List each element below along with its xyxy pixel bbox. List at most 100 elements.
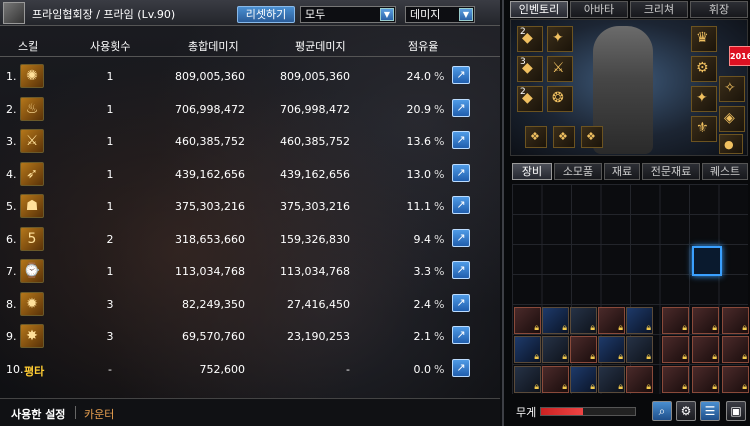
lock-icon: 🔒︎ [712,352,717,362]
target-filter-value: 모두 [305,8,326,21]
subtab-material[interactable]: 재료 [604,163,640,180]
inventory-item[interactable]: 🔒︎ [570,336,597,363]
tab-counter[interactable]: 카운터 [84,406,114,422]
percent-sign: % [434,102,445,116]
equip-slot[interactable]: ● [719,134,743,154]
tab-emblem[interactable]: 휘장 [690,1,748,18]
inventory-item[interactable]: 🔒︎ [692,366,719,393]
detail-button[interactable]: ↗ [452,261,470,279]
detail-button[interactable]: ↗ [452,293,470,312]
row-share: 11.1 [406,200,432,213]
inventory-item[interactable]: 🔒︎ [692,336,719,363]
equip-slot[interactable]: ✦ [547,26,573,52]
gem-icon: ◆ [522,60,533,76]
equip-slot[interactable]: ♛ [691,26,717,52]
inventory-item[interactable]: 🔒︎ [598,307,625,334]
row-rank: 1. [6,70,17,83]
column-headers: 스킬 사용횟수 총합데미지 평균데미지 점유율 [0,38,500,56]
equip-slot[interactable]: ⚜ [691,116,717,142]
detail-button[interactable]: ↗ [452,131,470,149]
inventory-item[interactable]: 🔒︎ [662,307,689,334]
inventory-item[interactable]: 🔒︎ [692,307,719,334]
title-slot[interactable]: ❖ [525,126,547,148]
gear-icon[interactable]: ⚙ [676,401,696,421]
title-slot[interactable]: ❖ [581,126,603,148]
inventory-item[interactable]: 🔒︎ [542,366,569,393]
gem-icon: ◆ [522,90,533,106]
equip-slot[interactable]: ◈ [719,106,745,132]
detail-button[interactable]: ↗ [452,163,470,182]
table-row: 7. ⌚ 1 113,034,768 113,034,768 3.3% ↗ [0,256,500,286]
inventory-item[interactable]: 🔒︎ [570,307,597,334]
row-avg-damage: 113,034,768 [280,265,350,278]
search-icon[interactable]: ⌕ [652,401,672,421]
equip-slot[interactable]: 2 ◆ [517,26,543,52]
inventory-item[interactable]: 🔒︎ [570,366,597,393]
tab-divider [75,406,76,419]
reset-button[interactable]: 리셋하기 [237,6,295,23]
fire-wave-skill-icon: ♨ [20,96,44,121]
inventory-item[interactable]: 🔒︎ [626,336,653,363]
inventory-item[interactable]: 🔒︎ [722,336,749,363]
inventory-item[interactable]: 🔒︎ [514,336,541,363]
explosion-skill-icon: ✸ [20,324,44,348]
detail-button[interactable]: ↗ [452,98,470,117]
inventory-item[interactable]: 🔒︎ [662,366,689,393]
detail-button[interactable]: ↗ [452,228,470,247]
save-icon[interactable]: ▣ [726,401,746,421]
inventory-item[interactable]: 🔒︎ [598,336,625,363]
equip-slot[interactable]: 3 ◆ [517,56,543,82]
equip-slot[interactable]: 2 ◆ [517,86,543,112]
metric-filter-dropdown[interactable]: 데미지 ▼ [405,6,475,23]
lock-icon: 🔒︎ [742,323,747,333]
lock-icon: 🔒︎ [562,382,567,392]
detail-button[interactable]: ↗ [452,196,470,214]
list-view-icon[interactable]: ☰ [700,401,720,421]
inventory-item[interactable]: 🔒︎ [542,336,569,363]
col-total-damage: 총합데미지 [188,40,239,53]
equip-slot[interactable]: ❂ [547,86,573,112]
detail-button[interactable]: ↗ [452,326,470,344]
inventory-item[interactable]: 🔒︎ [514,366,541,393]
subtab-quest[interactable]: 퀘스트 [702,163,748,180]
tab-inventory[interactable]: 인벤토리 [510,1,568,18]
lock-icon: 🔒︎ [712,323,717,333]
inventory-item[interactable]: 🔒︎ [722,366,749,393]
detail-button[interactable]: ↗ [452,358,470,377]
lock-icon: 🔒︎ [534,352,539,362]
inventory-item[interactable]: 🔒︎ [626,366,653,393]
equip-slot[interactable]: ✦ [691,86,717,112]
inventory-item[interactable]: 🔒︎ [514,307,541,334]
row-uses: 3 [106,330,114,343]
equip-slot[interactable]: ⚔ [547,56,573,82]
tab-used-settings[interactable]: 사용한 설정 [11,406,65,422]
inventory-item[interactable]: 🔒︎ [662,336,689,363]
tab-creature[interactable]: 크리쳐 [630,1,688,18]
lock-icon: 🔒︎ [682,323,687,333]
row-rank: 10. [6,362,24,376]
detail-button[interactable]: ↗ [452,66,470,84]
inventory-item[interactable]: 🔒︎ [626,307,653,334]
tab-avatar[interactable]: 아바타 [570,1,628,18]
inventory-item[interactable]: 🔒︎ [598,366,625,393]
row-total-damage: 82,249,350 [182,297,245,311]
inventory-item[interactable]: 🔒︎ [722,307,749,334]
row-rank: 2. [6,102,17,116]
row-share: 0.0 [413,362,432,376]
title-slot[interactable]: ❖ [553,126,575,148]
shoulder-icon: ⚙ [696,60,709,76]
equip-slot[interactable]: ✧ [719,76,745,102]
subtab-equipment[interactable]: 장비 [512,163,552,180]
row-uses: 1 [106,167,114,181]
equip-slot[interactable]: ⚙ [691,56,717,82]
percent-sign: % [434,265,445,278]
target-filter-dropdown[interactable]: 모두 ▼ [300,6,396,23]
subtab-consumable[interactable]: 소모품 [554,163,602,180]
percent-sign: % [434,135,445,148]
selected-inventory-slot[interactable] [692,246,722,276]
hat-icon: ♛ [696,30,709,46]
lock-icon: 🔒︎ [646,323,651,333]
inventory-item[interactable]: 🔒︎ [542,307,569,334]
boots-icon: ⚜ [696,120,709,136]
subtab-special-material[interactable]: 전문재료 [642,163,700,180]
